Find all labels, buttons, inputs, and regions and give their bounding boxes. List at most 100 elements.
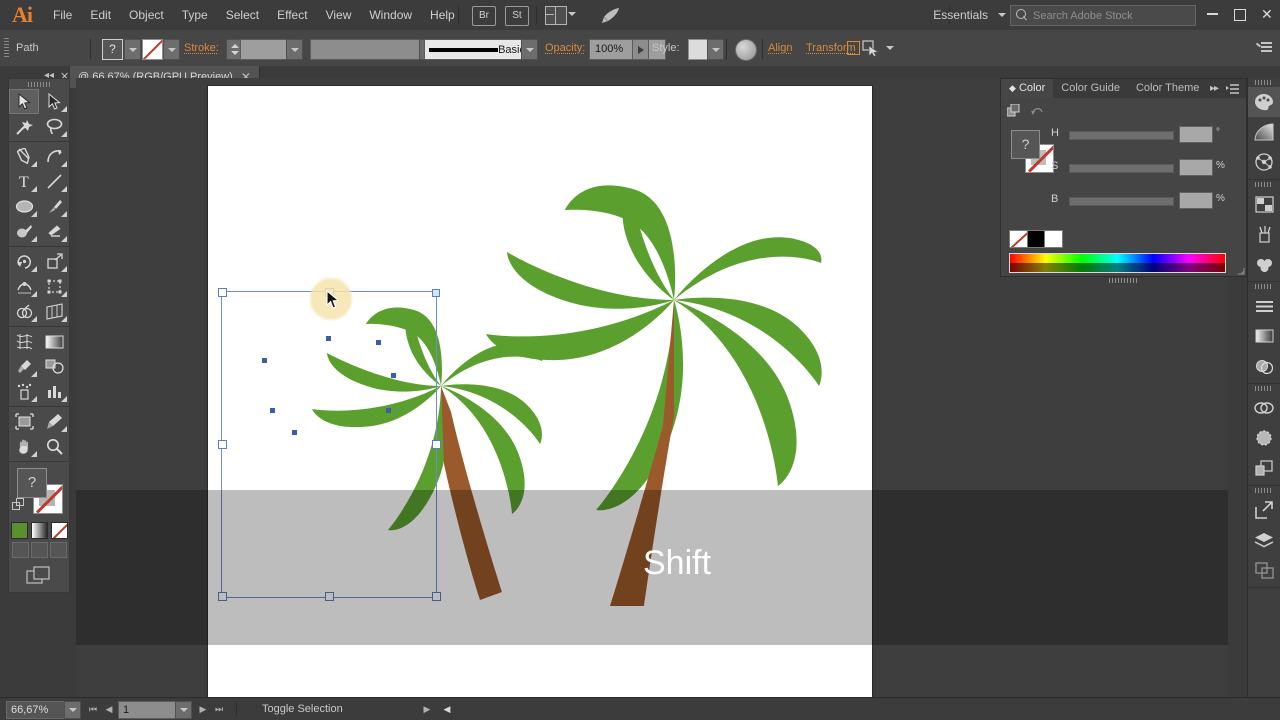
selection-handle-ml[interactable] (218, 440, 227, 449)
recolor-artwork-icon[interactable] (735, 39, 757, 61)
artboards-icon[interactable] (1248, 555, 1280, 585)
toolbar-fill-swatch[interactable]: ? (17, 468, 47, 498)
blend-tool[interactable] (39, 354, 69, 379)
dock-grip[interactable] (1248, 180, 1280, 189)
white-color-swatch[interactable] (1044, 230, 1063, 248)
brushes-icon[interactable] (1248, 219, 1280, 249)
saturation-value-field[interactable] (1179, 159, 1213, 176)
none-color-swatch[interactable] (1009, 230, 1029, 248)
gradient-icon[interactable] (1248, 117, 1280, 147)
path-anchor-point[interactable] (386, 408, 391, 413)
opacity-label[interactable]: Opacity: (545, 42, 585, 54)
status-message[interactable]: Toggle Selection (262, 698, 343, 720)
perspective-grid-tool[interactable] (39, 299, 69, 324)
shape-builder-tool[interactable] (9, 299, 39, 324)
style-chevron-down-icon[interactable] (707, 39, 724, 60)
width-tool[interactable] (9, 274, 39, 299)
last-artboard-button[interactable]: ⏭ (212, 702, 226, 716)
artboard-chevron-down-icon[interactable] (175, 701, 192, 719)
control-bar-grip[interactable] (4, 38, 9, 58)
brush-definition-field[interactable]: Basic (424, 39, 530, 60)
free-transform-tool[interactable] (39, 274, 69, 299)
path-anchor-point[interactable] (262, 358, 267, 363)
color-panel-fill-swatch[interactable]: ? (1011, 130, 1040, 159)
previous-artboard-button[interactable]: ◀ (102, 702, 116, 716)
stock-button[interactable]: St (505, 6, 529, 26)
stroke-icon[interactable] (1248, 291, 1280, 321)
status-collapse-icon[interactable]: ◀ (440, 702, 454, 716)
path-anchor-point[interactable] (391, 373, 396, 378)
none-swatch[interactable] (50, 521, 68, 539)
menu-object[interactable]: Object (120, 0, 173, 30)
stroke-weight-stepper[interactable] (226, 39, 241, 60)
scale-tool[interactable] (39, 249, 69, 274)
first-artboard-button[interactable]: ⏮ (86, 702, 100, 716)
paintbrush-tool[interactable] (39, 194, 69, 219)
expand-panel-icon[interactable]: ▸▸ (1210, 83, 1219, 94)
tab-color-theme[interactable]: Color Theme (1128, 79, 1207, 98)
color-panel-swap-icon[interactable] (1006, 103, 1021, 118)
zoom-tool[interactable] (39, 434, 69, 459)
draw-normal-mode[interactable] (11, 542, 29, 558)
transparency-icon[interactable] (1248, 351, 1280, 381)
pathfinder-icon[interactable] (1248, 393, 1280, 423)
select-similar-icon[interactable] (862, 40, 881, 57)
control-panel-menu-icon[interactable] (1256, 41, 1272, 55)
minimize-button[interactable] (1199, 0, 1226, 30)
hue-slider[interactable] (1069, 131, 1174, 140)
panel-resize-corner[interactable] (1236, 266, 1245, 275)
dock-grip[interactable] (1248, 78, 1280, 87)
stroke-label[interactable]: Stroke: (184, 42, 219, 54)
saturation-slider[interactable] (1069, 164, 1174, 173)
menu-edit[interactable]: Edit (81, 0, 120, 30)
dock-grip[interactable] (1248, 384, 1280, 393)
menu-window[interactable]: Window (360, 0, 421, 30)
type-tool[interactable]: T (9, 169, 39, 194)
draw-inside-mode[interactable] (49, 542, 67, 558)
slice-tool[interactable] (39, 409, 69, 434)
path-anchor-point[interactable] (376, 340, 381, 345)
color-panel-menu-icon[interactable] (1226, 84, 1240, 95)
graphic-style-swatch[interactable] (688, 39, 709, 60)
layers-stack-icon[interactable] (1248, 453, 1280, 483)
align-icon[interactable] (1248, 423, 1280, 453)
export-icon[interactable] (1248, 495, 1280, 525)
color-swatch-green[interactable] (10, 521, 28, 539)
pen-tool[interactable] (9, 144, 39, 169)
rocket-icon[interactable] (600, 7, 622, 24)
arrange-documents-icon[interactable] (545, 6, 567, 25)
lasso-tool[interactable] (39, 114, 69, 139)
fill-chevron-down-icon[interactable] (124, 39, 141, 60)
symbols-icon[interactable] (1248, 249, 1280, 279)
swatches-icon[interactable] (1248, 189, 1280, 219)
swap-fill-stroke-icon[interactable] (12, 498, 25, 511)
ellipse-tool[interactable] (9, 194, 39, 219)
menu-select[interactable]: Select (217, 0, 268, 30)
menu-view[interactable]: View (317, 0, 361, 30)
bridge-button[interactable]: Br (472, 6, 496, 26)
workspace-chevron-down-icon[interactable] (998, 13, 1006, 17)
hand-tool[interactable] (9, 434, 39, 459)
status-expand-icon[interactable]: ▶ (420, 702, 434, 716)
brightness-slider[interactable] (1069, 197, 1174, 206)
blob-brush-tool[interactable] (9, 219, 39, 244)
next-artboard-button[interactable]: ▶ (196, 702, 210, 716)
line-segment-tool[interactable] (39, 169, 69, 194)
arrange-chevron-down-icon[interactable] (568, 12, 576, 16)
eyedropper-tool[interactable] (9, 354, 39, 379)
menu-effect[interactable]: Effect (268, 0, 316, 30)
selection-handle-bc[interactable] (325, 592, 334, 601)
artboard-number-field[interactable]: 1 (118, 701, 181, 719)
align-label[interactable]: Align (768, 42, 792, 54)
path-anchor-point[interactable] (270, 408, 275, 413)
selection-tool[interactable] (9, 89, 39, 114)
color-panel-footer-grip[interactable] (1001, 276, 1246, 285)
selection-handle-br[interactable] (432, 592, 441, 601)
stock-search-input[interactable]: Search Adobe Stock (1010, 5, 1196, 26)
revert-color-icon[interactable] (1031, 106, 1044, 117)
select-similar-chevron-down-icon[interactable] (886, 46, 894, 50)
selection-handle-tl[interactable] (218, 288, 227, 297)
curvature-tool[interactable] (39, 144, 69, 169)
column-graph-tool[interactable] (39, 379, 69, 404)
screen-mode-button[interactable] (9, 560, 69, 592)
